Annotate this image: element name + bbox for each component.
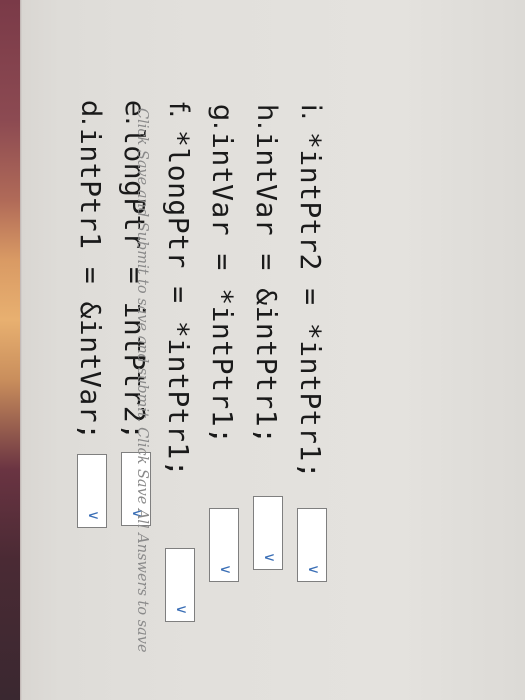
question-code: intPtr1 = &intVar; xyxy=(74,128,108,441)
question-i: i. *intPtr2 = *intPtr1; xyxy=(289,104,333,479)
answer-dropdown-f[interactable]: ∨ xyxy=(165,548,195,622)
question-code: *intPtr2 = *intPtr1; xyxy=(294,132,328,480)
question-letter: h. xyxy=(251,104,283,130)
chevron-down-icon: ∨ xyxy=(85,510,103,521)
answer-dropdown-h[interactable]: ∨ xyxy=(253,496,283,570)
question-h: h. intVar = &intPtr1; xyxy=(245,104,289,444)
question-code: *longPtr = *intPtr1; xyxy=(162,130,196,478)
chevron-down-icon: ∨ xyxy=(305,564,323,575)
question-letter: d. xyxy=(75,100,107,126)
question-f: f. *longPtr = *intPtr1; xyxy=(157,102,201,477)
question-g: g. intVar = *intPtr1; xyxy=(201,104,245,444)
question-letter: i. xyxy=(295,104,327,121)
question-letter: f. xyxy=(163,102,195,119)
question-letter: g. xyxy=(207,104,239,130)
answer-dropdown-d[interactable]: ∨ xyxy=(77,454,107,528)
chevron-down-icon: ∨ xyxy=(173,604,191,615)
question-d: d. intPtr1 = &intVar; xyxy=(69,100,113,440)
chevron-down-icon: ∨ xyxy=(261,552,279,563)
chevron-down-icon: ∨ xyxy=(217,564,235,575)
answer-dropdown-g[interactable]: ∨ xyxy=(209,508,239,582)
footer-instructions: Click Save and Submit to save and submit… xyxy=(134,108,150,653)
answer-dropdown-i[interactable]: ∨ xyxy=(297,508,327,582)
question-panel: d. intPtr1 = &intVar; ∨ e. longPtr = int… xyxy=(0,0,525,700)
question-code: intVar = *intPtr1; xyxy=(206,132,240,445)
question-code: intVar = &intPtr1; xyxy=(250,132,284,445)
